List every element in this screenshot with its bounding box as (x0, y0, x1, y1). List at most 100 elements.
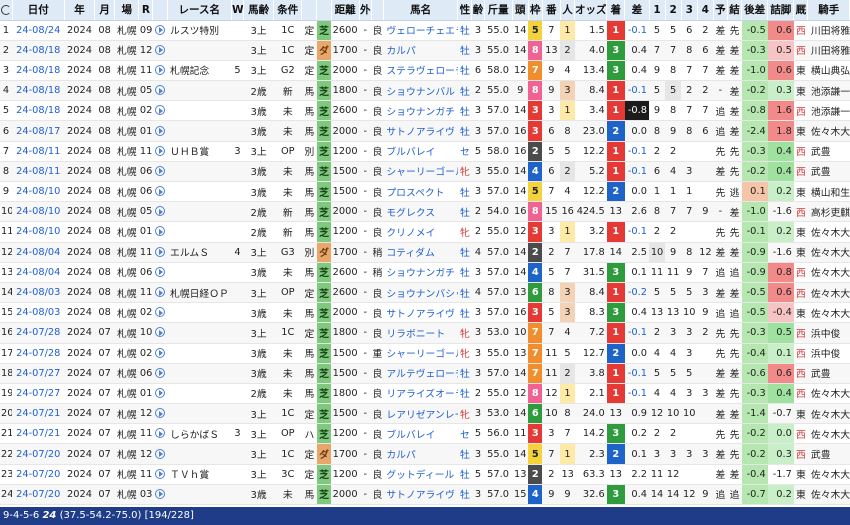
header-pred[interactable]: 予 (713, 0, 728, 21)
header-race[interactable]: R (138, 0, 154, 21)
header-waku[interactable]: 枠 (528, 0, 543, 21)
header-late[interactable]: 後差 (741, 0, 769, 21)
play-video-icon[interactable] (154, 186, 165, 197)
video-cell[interactable] (152, 141, 168, 162)
play-video-icon[interactable] (154, 347, 165, 358)
horse-name-link-cell[interactable]: プロスペクト (383, 181, 458, 203)
table-row[interactable]: 1624-07/28202407札幌103上1C定芝1800-良リラボニート牝3… (0, 322, 850, 344)
header-race-name[interactable]: レース名 (167, 0, 232, 21)
header-finish[interactable]: 着 (606, 0, 626, 21)
play-video-icon[interactable] (154, 448, 165, 459)
play-video-icon[interactable] (154, 266, 165, 277)
video-cell[interactable] (152, 100, 168, 122)
video-cell[interactable] (152, 484, 168, 506)
refresh-icon[interactable] (0, 4, 11, 15)
header-class[interactable]: 条件 (273, 0, 303, 21)
header-p4[interactable]: 4 (697, 0, 714, 21)
video-cell[interactable] (152, 242, 168, 263)
date-link-cell[interactable]: 24-08/18 (12, 80, 65, 102)
header-year[interactable]: 年 (64, 0, 96, 21)
horse-name-link-cell[interactable]: シャーリーゴールド (383, 161, 458, 183)
video-cell[interactable] (152, 60, 168, 82)
play-video-icon[interactable] (154, 488, 165, 499)
table-row[interactable]: 1 24-08/24 2024 08 札幌 09 ルスツ特別 3上 1C 定芝 2600- 良ヴェロー… (0, 20, 850, 41)
play-video-icon[interactable] (154, 327, 165, 338)
video-cell[interactable] (152, 40, 168, 61)
horse-name-link-cell[interactable]: クリノメイ (383, 221, 458, 243)
video-cell[interactable] (152, 262, 168, 283)
date-link-cell[interactable]: 24-08/04 (12, 242, 65, 263)
horse-name-link-cell[interactable]: レアリゼアンレーヴ (383, 403, 458, 425)
date-link-cell[interactable]: 24-08/10 (12, 201, 65, 223)
date-link-cell[interactable]: 24-07/27 (12, 383, 65, 405)
date-link-cell[interactable]: 24-07/28 (12, 343, 65, 364)
video-cell[interactable] (152, 80, 168, 102)
table-row[interactable]: 2024-07/21202407札幌123上1C定芝1500-良レアリゼアンレー… (0, 403, 850, 425)
date-link-cell[interactable]: 24-07/21 (12, 423, 65, 445)
horse-name-link-cell[interactable]: グットディール (383, 464, 458, 485)
header-result[interactable]: 結 (727, 0, 743, 21)
table-row[interactable]: 824-08/11202408札幌06 3歳未馬芝1500-良シャーリーゴールド牝… (0, 161, 850, 183)
horse-name-link-cell[interactable]: アルテヴェローチェ (383, 363, 458, 384)
date-link-cell[interactable]: 24-08/24 (12, 20, 65, 41)
horse-name-link-cell[interactable]: ショウナンバルドル (383, 80, 458, 102)
horse-name-link-cell[interactable]: ヴェローチェエラ (383, 20, 458, 41)
header-venue[interactable]: 場 (114, 0, 140, 21)
horse-name-link-cell[interactable]: モグレクス (383, 201, 458, 223)
date-link-cell[interactable]: 24-08/11 (12, 141, 65, 162)
play-video-icon[interactable] (154, 24, 165, 35)
play-video-icon[interactable] (154, 287, 165, 298)
play-video-icon[interactable] (154, 428, 165, 439)
play-video-icon[interactable] (154, 307, 165, 318)
play-video-icon[interactable] (154, 165, 165, 176)
play-video-icon[interactable] (154, 468, 165, 479)
date-link-cell[interactable]: 24-08/17 (12, 120, 65, 142)
horse-name-link-cell[interactable]: ショウナンガチ (383, 100, 458, 122)
date-link-cell[interactable]: 24-08/18 (12, 60, 65, 82)
horse-name-link-cell[interactable]: サトノアライヴ (383, 302, 458, 324)
date-link-cell[interactable]: 24-07/27 (12, 363, 65, 384)
header-pop[interactable]: 人 (560, 0, 576, 21)
play-video-icon[interactable] (154, 105, 165, 116)
header-diff[interactable]: 差 (624, 0, 650, 21)
play-video-icon[interactable] (154, 226, 165, 237)
header-p1[interactable]: 1 (649, 0, 666, 21)
refresh-header[interactable] (0, 0, 13, 21)
horse-name-link-cell[interactable]: カルパ (383, 40, 458, 61)
video-cell[interactable] (152, 161, 168, 183)
table-row[interactable]: 1224-08/04202408札幌11エルムＳ43上G3別ダ1700-稍コティ… (0, 242, 850, 263)
date-link-cell[interactable]: 24-08/10 (12, 221, 65, 243)
header-age-cond[interactable]: 馬齢 (243, 0, 275, 21)
header-sex[interactable]: 性 (457, 0, 473, 21)
horse-name-link-cell[interactable]: ブルバレイ (383, 141, 458, 162)
table-row[interactable]: 2424-07/20202407札幌033歳未馬芝2000-良サトノアライヴ牡3… (0, 484, 850, 506)
header-weight[interactable]: 斤量 (484, 0, 513, 21)
horse-name-link-cell[interactable]: コティダム (383, 242, 458, 263)
video-cell[interactable] (152, 443, 168, 465)
header-heads[interactable]: 頭 (512, 0, 529, 21)
table-row[interactable]: 3 24-08/18 2024 08 札幌 11 札幌記念 5 3上 G2 定芝 2000- 良ステラヴ… (0, 60, 850, 82)
play-video-icon[interactable] (154, 367, 165, 378)
date-link-cell[interactable]: 24-07/20 (12, 443, 65, 465)
horse-name-link-cell[interactable]: リラボニート (383, 322, 458, 344)
table-row[interactable]: 1024-08/10202408札幌052歳新馬芝2000-良モグレクス牡254… (0, 201, 850, 223)
table-row[interactable]: 9 24-08/10 2024 08 札幌 06 3歳未馬芝 1500- 良プロスペクト牡 3 57… (0, 181, 850, 203)
play-video-icon[interactable] (154, 387, 165, 398)
horse-name-link-cell[interactable]: ブルバレイ (383, 423, 458, 445)
date-link-cell[interactable]: 24-07/28 (12, 322, 65, 344)
table-row[interactable]: 6 24-08/17 2024 08 札幌 01 3歳未馬芝 2000- 良サトノアライヴ牡 3 5… (0, 120, 850, 142)
header-outer[interactable]: 外 (359, 0, 372, 21)
video-cell[interactable] (152, 20, 168, 41)
table-row[interactable]: 2 24-08/18 2024 08 札幌 12 3上 1C 定ダ 1700- 良カルパ牡 3 55.0… (0, 40, 850, 61)
video-cell[interactable] (152, 464, 168, 485)
video-cell[interactable] (152, 120, 168, 142)
play-video-icon[interactable] (154, 408, 165, 419)
video-cell[interactable] (152, 322, 168, 344)
header-jockey[interactable]: 騎手 (807, 0, 850, 21)
table-row[interactable]: 1124-08/10202408札幌012歳新馬芝1200-良クリノメイ牝255… (0, 221, 850, 243)
video-cell[interactable] (152, 363, 168, 384)
header-date[interactable]: 日付 (12, 0, 65, 21)
horse-name-link-cell[interactable]: ステラヴェローチェ (383, 60, 458, 82)
table-row[interactable]: 2324-07/20202407札幌11ＴＶｈ賞3上3C定芝1200-良グットデ… (0, 464, 850, 485)
table-row[interactable]: 2124-07/21202407札幌11しらかばＳ33上OPハ芝1200-良ブル… (0, 423, 850, 445)
